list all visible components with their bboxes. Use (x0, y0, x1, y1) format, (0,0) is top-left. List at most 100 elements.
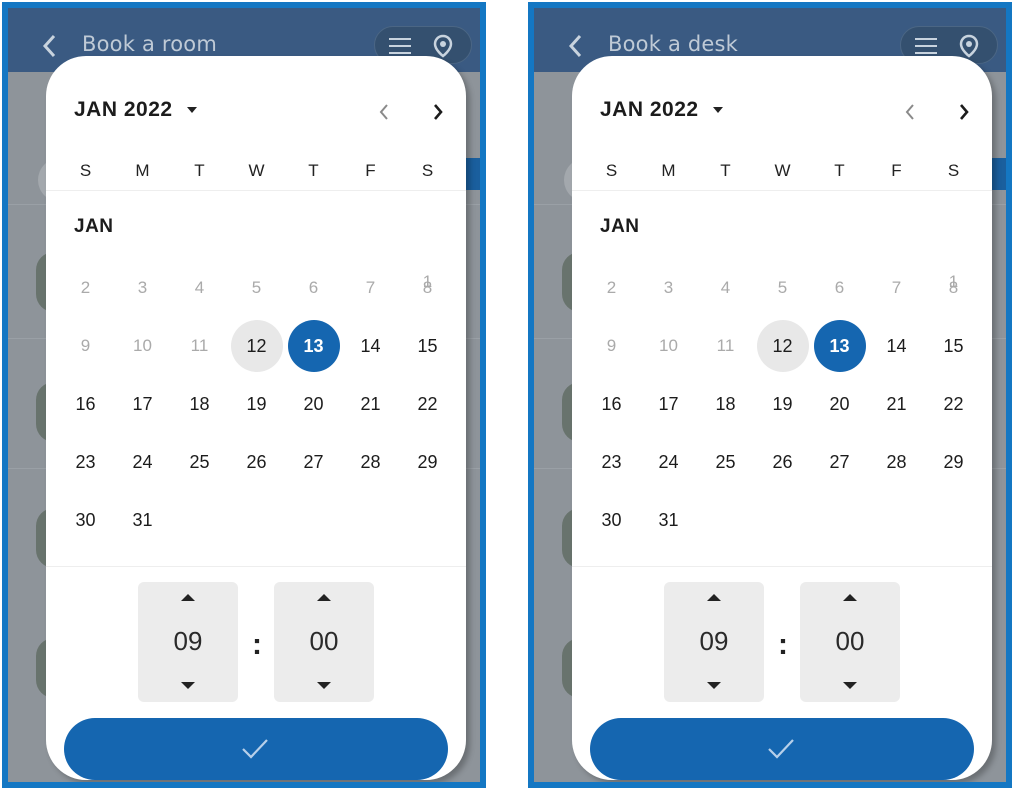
calendar-day[interactable]: 5 (754, 266, 811, 310)
calendar-day[interactable]: 14 (342, 324, 399, 368)
time-picker: 09 : 00 (46, 582, 466, 702)
calendar-day[interactable]: 24 (640, 440, 697, 484)
calendar-day[interactable]: 29 (925, 440, 982, 484)
calendar-day[interactable]: 27 (285, 440, 342, 484)
calendar-day[interactable]: 3 (640, 266, 697, 310)
calendar-day[interactable]: 15 (399, 324, 456, 368)
calendar-day-label: 18 (715, 394, 736, 414)
confirm-button[interactable] (590, 718, 974, 780)
location-pin-icon[interactable] (433, 34, 453, 58)
next-month-button[interactable] (954, 100, 974, 124)
back-icon[interactable] (568, 34, 582, 58)
calendar-day[interactable]: 27 (811, 440, 868, 484)
menu-icon[interactable] (915, 38, 937, 54)
calendar-day[interactable]: 11 (171, 324, 228, 368)
calendar-day[interactable]: 21 (342, 382, 399, 426)
calendar-day-selected[interactable]: 13 (811, 320, 868, 372)
hour-increment-icon[interactable] (181, 594, 195, 601)
minute-decrement-icon[interactable] (843, 682, 857, 689)
calendar-day-label: 15 (943, 336, 964, 356)
calendar-day-label: 16 (601, 394, 622, 414)
calendar-day-label: 3 (663, 278, 674, 297)
next-month-button[interactable] (428, 100, 448, 124)
calendar-day[interactable]: 31 (114, 498, 171, 542)
confirm-button[interactable] (64, 718, 448, 780)
calendar-day[interactable]: 3 (114, 266, 171, 310)
calendar-day-today[interactable]: 12 (754, 320, 811, 372)
calendar-day[interactable]: 28 (342, 440, 399, 484)
calendar-day[interactable]: 22 (399, 382, 456, 426)
calendar-day[interactable]: 9 (583, 324, 640, 368)
calendar-day-label: 23 (75, 452, 96, 472)
hour-stepper[interactable]: 09 (664, 582, 764, 702)
hour-increment-icon[interactable] (707, 594, 721, 601)
minute-stepper[interactable]: 00 (800, 582, 900, 702)
calendar-day[interactable]: 2 (583, 266, 640, 310)
calendar-day[interactable]: 31 (640, 498, 697, 542)
calendar-day[interactable]: 16 (583, 382, 640, 426)
calendar-day[interactable]: 23 (583, 440, 640, 484)
location-pin-icon[interactable] (959, 34, 979, 58)
calendar-day[interactable]: 26 (754, 440, 811, 484)
calendar-day[interactable]: 20 (285, 382, 342, 426)
minute-increment-icon[interactable] (317, 594, 331, 601)
calendar-day[interactable]: 20 (811, 382, 868, 426)
calendar-day[interactable]: 16 (57, 382, 114, 426)
calendar-day[interactable]: 6 (811, 266, 868, 310)
calendar-day[interactable]: 18 (697, 382, 754, 426)
calendar-day[interactable]: 28 (868, 440, 925, 484)
minute-stepper[interactable]: 00 (274, 582, 374, 702)
calendar-day[interactable]: 25 (171, 440, 228, 484)
calendar-day[interactable]: 4 (171, 266, 228, 310)
calendar-day-label: 15 (417, 336, 438, 356)
calendar-day[interactable]: 2 (57, 266, 114, 310)
calendar-day[interactable]: 26 (228, 440, 285, 484)
minute-decrement-icon[interactable] (317, 682, 331, 689)
calendar-day-today[interactable]: 12 (228, 320, 285, 372)
calendar-day-label: 4 (720, 278, 731, 297)
hour-decrement-icon[interactable] (707, 682, 721, 689)
calendar-day[interactable]: 18 (171, 382, 228, 426)
menu-icon[interactable] (389, 38, 411, 54)
minute-increment-icon[interactable] (843, 594, 857, 601)
calendar-day[interactable]: 23 (57, 440, 114, 484)
page-title: Book a room (82, 32, 218, 56)
calendar-day[interactable]: 25 (697, 440, 754, 484)
calendar-day[interactable]: 14 (868, 324, 925, 368)
calendar-day[interactable]: 10 (640, 324, 697, 368)
calendar-day[interactable]: 6 (285, 266, 342, 310)
calendar-day[interactable]: 30 (583, 498, 640, 542)
calendar-day[interactable]: 15 (925, 324, 982, 368)
header-divider (572, 190, 992, 191)
header-divider (46, 190, 466, 191)
calendar-day[interactable]: 11 (697, 324, 754, 368)
back-icon[interactable] (42, 34, 56, 58)
calendar-day[interactable]: 24 (114, 440, 171, 484)
calendar-day-label: 24 (132, 452, 153, 472)
calendar-day[interactable]: 5 (228, 266, 285, 310)
calendar-day[interactable]: 30 (57, 498, 114, 542)
calendar-day[interactable]: 21 (868, 382, 925, 426)
hour-stepper[interactable]: 09 (138, 582, 238, 702)
calendar-day[interactable]: 10 (114, 324, 171, 368)
date-time-picker-dialog: JAN 2022 S M T W T F S JAN 1 2 3 4 5 6 7 8 9 10 11… (46, 56, 466, 780)
calendar-day[interactable]: 17 (640, 382, 697, 426)
prev-month-button[interactable] (900, 100, 920, 124)
calendar-day-label: 14 (886, 336, 907, 356)
hour-decrement-icon[interactable] (181, 682, 195, 689)
prev-month-button[interactable] (374, 100, 394, 124)
calendar-day-label: 22 (417, 394, 438, 414)
month-year-select[interactable]: JAN 2022 (600, 98, 723, 122)
calendar-day-selected[interactable]: 13 (285, 320, 342, 372)
calendar-day[interactable]: 29 (399, 440, 456, 484)
calendar-day[interactable]: 19 (754, 382, 811, 426)
calendar-day-label: 11 (190, 336, 209, 355)
calendar-day[interactable]: 4 (697, 266, 754, 310)
calendar-day[interactable]: 7 (342, 266, 399, 310)
calendar-day[interactable]: 7 (868, 266, 925, 310)
month-year-select[interactable]: JAN 2022 (74, 98, 197, 122)
calendar-day[interactable]: 9 (57, 324, 114, 368)
calendar-day[interactable]: 17 (114, 382, 171, 426)
calendar-day[interactable]: 19 (228, 382, 285, 426)
calendar-day[interactable]: 22 (925, 382, 982, 426)
